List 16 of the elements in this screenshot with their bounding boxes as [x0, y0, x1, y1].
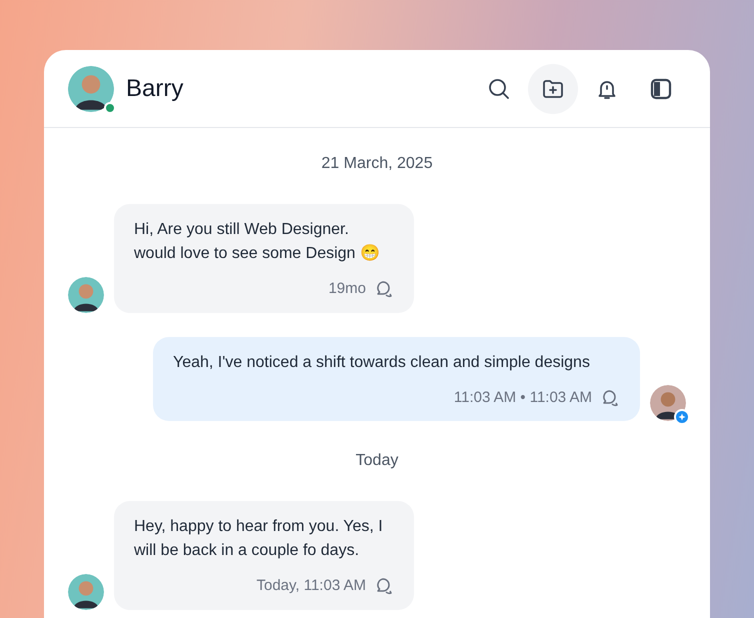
- message-time: Today, 11:03 AM: [256, 576, 366, 596]
- message-time: 19mo: [328, 279, 366, 299]
- toolbar-button[interactable]: [528, 64, 578, 114]
- chat-bubbles-icon: [374, 576, 394, 596]
- date-separator: 21 March, 2025: [321, 154, 433, 174]
- message-time: 11:03 AM • 11:03 AM: [454, 388, 592, 408]
- avatar: [68, 66, 114, 112]
- date-separator: Today: [356, 451, 398, 471]
- chat-bubbles-icon: [374, 279, 394, 300]
- chat-bubbles-icon: [600, 388, 620, 408]
- message-text: Yeah, I've noticed a shift towards clean and simple designs: [173, 352, 591, 372]
- message-text: Hey, happy to hear from you. Yes, I will be back in a couple fo days.: [134, 517, 384, 561]
- sidebar-toggle-icon: [649, 76, 673, 100]
- search-icon: [487, 76, 511, 100]
- message-text: Hi, Are you still Web Designer. would love to see some Design 😁: [134, 220, 381, 264]
- contact-name: Barry: [126, 74, 184, 104]
